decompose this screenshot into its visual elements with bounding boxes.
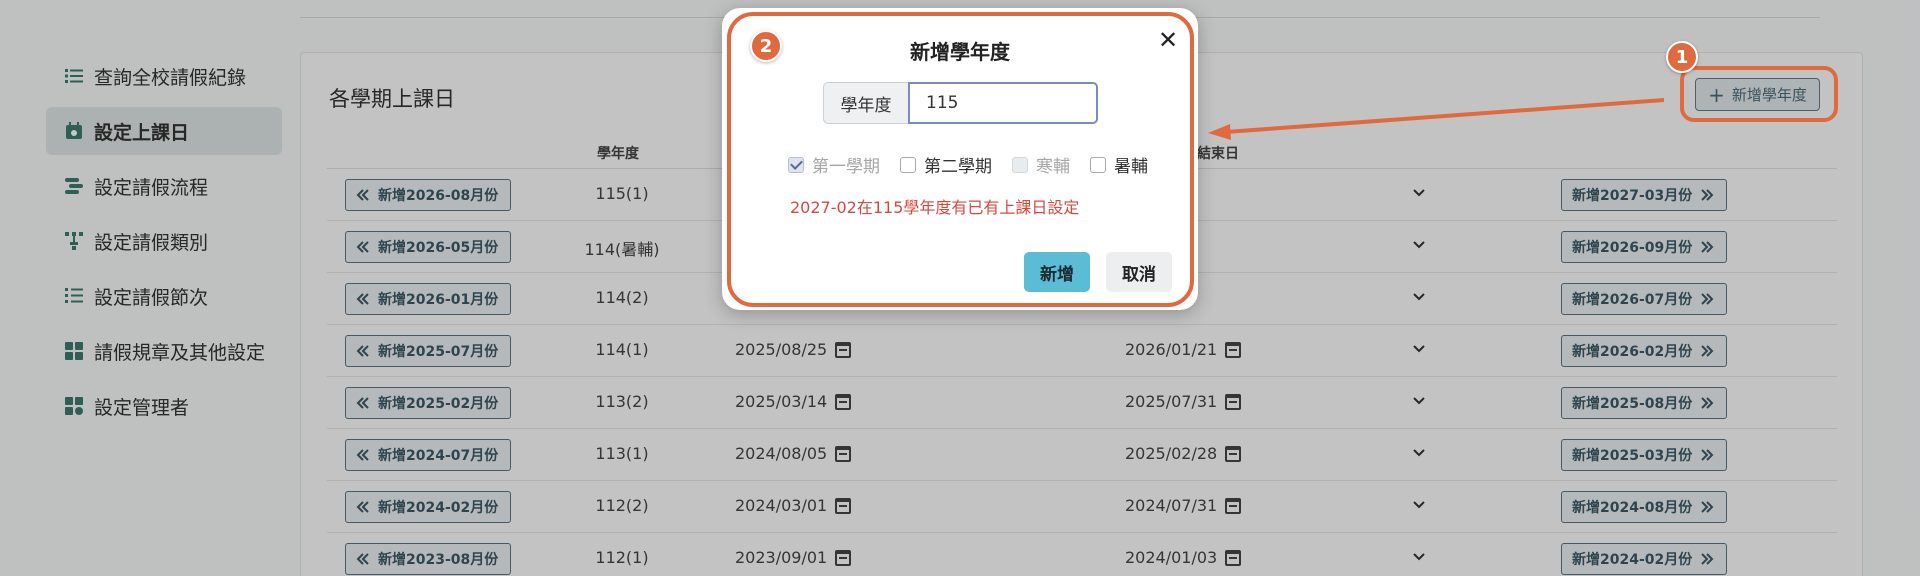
checkbox-label: 暑輔 <box>1114 157 1148 177</box>
checkbox-winter-session[interactable]: 寒輔 <box>1012 152 1070 177</box>
checkbox-icon <box>900 156 916 173</box>
error-message: 2027-02在115學年度有已有上課日設定 <box>790 198 1080 217</box>
school-year-label: 學年度 <box>823 82 908 124</box>
school-year-input[interactable] <box>908 82 1098 124</box>
dialog-title: 新增學年度 <box>910 40 1010 64</box>
step-badge-1: 1 <box>1666 41 1698 73</box>
checkbox-first-semester[interactable]: 第一學期 <box>788 152 880 177</box>
add-year-dialog: 新增學年度 ✕ 學年度 第一學期 第二學期 寒輔 暑輔 2027-02在115學… <box>722 8 1198 310</box>
checkbox-disabled-icon <box>1012 156 1028 173</box>
checkbox-second-semester[interactable]: 第二學期 <box>900 152 992 177</box>
semester-checkboxes: 第一學期 第二學期 寒輔 暑輔 <box>788 152 1168 177</box>
checkbox-label: 寒輔 <box>1036 157 1070 177</box>
checkbox-checked-icon <box>788 156 804 173</box>
checkbox-icon <box>1090 156 1106 173</box>
checkbox-summer-session[interactable]: 暑輔 <box>1090 152 1148 177</box>
checkbox-label: 第一學期 <box>812 157 880 177</box>
confirm-add-button[interactable]: 新增 <box>1024 252 1090 292</box>
close-icon[interactable]: ✕ <box>1156 28 1180 52</box>
checkbox-label: 第二學期 <box>924 157 992 177</box>
step-badge-2: 2 <box>750 30 782 62</box>
cancel-button[interactable]: 取消 <box>1106 252 1172 292</box>
